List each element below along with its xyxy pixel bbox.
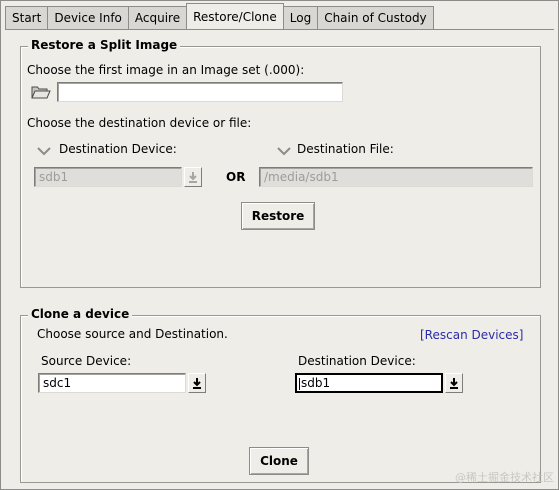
tab-start[interactable]: Start <box>5 6 49 29</box>
clone-group-title: Clone a device <box>28 307 133 321</box>
folder-open-icon[interactable] <box>31 83 51 101</box>
image-path-input[interactable] <box>57 82 343 102</box>
source-device-dropdown-button[interactable] <box>188 373 206 393</box>
download-arrow-icon <box>450 378 458 389</box>
restore-destination-device-input[interactable]: sdb1 <box>34 167 182 187</box>
destination-device-label: Destination Device: <box>298 354 416 368</box>
clone-button[interactable]: Clone <box>249 447 309 475</box>
restore-button[interactable]: Restore <box>241 202 315 230</box>
choose-image-label: Choose the first image in an Image set (… <box>27 63 305 77</box>
destination-file-option[interactable]: Destination File: <box>297 142 394 156</box>
destination-device-dropdown-button[interactable] <box>445 373 463 393</box>
tab-bar: Start Device Info Acquire Restore/Clone … <box>5 3 434 29</box>
tab-log[interactable]: Log <box>282 6 319 29</box>
choose-source-destination-label: Choose source and Destination. <box>37 327 228 341</box>
restore-destination-file-input[interactable]: /media/sdb1 <box>259 167 533 187</box>
watermark-text: @稀土掘金技术社区 <box>455 471 554 484</box>
download-arrow-icon <box>189 172 197 183</box>
destination-device-value: sdb1 <box>301 376 331 390</box>
source-device-label: Source Device: <box>41 354 132 368</box>
tab-divider <box>5 29 554 30</box>
destination-device-input[interactable]: sdb1 <box>295 373 443 393</box>
restore-group-title: Restore a Split Image <box>28 38 181 52</box>
tab-chain-of-custody[interactable]: Chain of Custody <box>317 6 434 29</box>
or-label: OR <box>226 170 246 184</box>
application-window: Start Device Info Acquire Restore/Clone … <box>0 0 559 490</box>
chevron-down-icon[interactable] <box>37 145 51 157</box>
choose-destination-label: Choose the destination device or file: <box>27 116 252 130</box>
destination-device-option[interactable]: Destination Device: <box>59 142 177 156</box>
rescan-devices-link[interactable]: [Rescan Devices] <box>420 328 523 342</box>
tab-restore-clone[interactable]: Restore/Clone <box>186 3 284 29</box>
restore-device-dropdown-button[interactable] <box>184 167 202 187</box>
download-arrow-icon <box>193 378 201 389</box>
tab-acquire[interactable]: Acquire <box>127 6 188 29</box>
source-device-input[interactable]: sdc1 <box>38 373 186 393</box>
tab-device-info[interactable]: Device Info <box>47 6 129 29</box>
text-caret <box>299 377 300 390</box>
chevron-down-icon[interactable] <box>277 145 291 157</box>
